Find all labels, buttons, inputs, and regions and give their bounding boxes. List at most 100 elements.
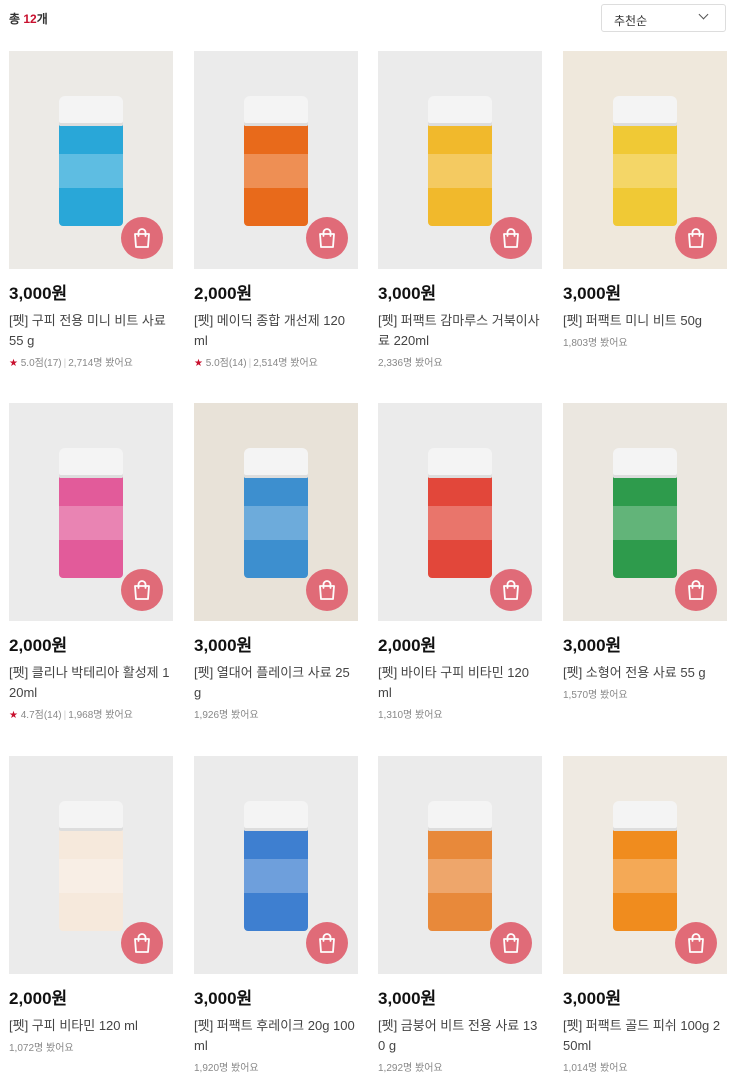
add-to-cart-button[interactable] bbox=[490, 569, 532, 611]
add-to-cart-button[interactable] bbox=[675, 569, 717, 611]
product-meta: ★ 4.7점(14) | 1,968명 봤어요 bbox=[9, 706, 133, 721]
product-image[interactable] bbox=[194, 403, 358, 621]
product-image[interactable] bbox=[378, 51, 542, 269]
product-name[interactable]: [펫] 구피 비타민 120 ml bbox=[9, 1016, 173, 1036]
product-card[interactable]: 3,000원 [펫] 금붕어 비트 전용 사료 130 g 1,292명 봤어요 bbox=[378, 756, 542, 1074]
product-name[interactable]: [펫] 구피 전용 미니 비트 사료 55 g bbox=[9, 311, 173, 351]
product-name[interactable]: [펫] 메이딕 종합 개선제 120 ml bbox=[194, 311, 358, 351]
product-views: 1,292명 봤어요 bbox=[378, 1063, 443, 1074]
product-views: 1,310명 봤어요 bbox=[378, 710, 443, 721]
product-meta: 1,310명 봤어요 bbox=[378, 706, 443, 721]
product-views: 1,968명 봤어요 bbox=[68, 710, 133, 721]
add-to-cart-button[interactable] bbox=[121, 569, 163, 611]
product-image[interactable] bbox=[563, 756, 727, 974]
product-name[interactable]: [펫] 퍼팩트 미니 비트 50g bbox=[563, 311, 727, 331]
product-price: 2,000원 bbox=[378, 636, 437, 655]
add-to-cart-button[interactable] bbox=[121, 922, 163, 964]
product-price: 3,000원 bbox=[378, 989, 437, 1008]
product-name[interactable]: [펫] 금붕어 비트 전용 사료 130 g bbox=[378, 1016, 542, 1056]
star-icon: ★ bbox=[9, 358, 18, 369]
product-image[interactable] bbox=[194, 756, 358, 974]
product-views: 1,803명 봤어요 bbox=[563, 338, 628, 349]
add-to-cart-button[interactable] bbox=[490, 922, 532, 964]
product-name[interactable]: [펫] 소형어 전용 사료 55 g bbox=[563, 663, 727, 683]
product-card[interactable]: 3,000원 [펫] 구피 전용 미니 비트 사료 55 g ★ 5.0점(17) |… bbox=[9, 51, 173, 369]
total-count: 총 12개 bbox=[9, 12, 48, 26]
product-meta: 1,014명 봤어요 bbox=[563, 1059, 628, 1074]
product-meta: 1,292명 봤어요 bbox=[378, 1059, 443, 1074]
product-card[interactable]: 2,000원 [펫] 클리나 박테리아 활성제 120ml ★ 4.7점(14) | 1… bbox=[9, 403, 173, 721]
add-to-cart-button[interactable] bbox=[675, 217, 717, 259]
product-meta: 1,920명 봤어요 bbox=[194, 1059, 259, 1074]
product-image[interactable] bbox=[9, 756, 173, 974]
add-to-cart-button[interactable] bbox=[121, 217, 163, 259]
meta-divider: | bbox=[63, 358, 67, 369]
product-image[interactable] bbox=[563, 51, 727, 269]
product-price: 3,000원 bbox=[563, 989, 622, 1008]
product-name[interactable]: [펫] 퍼팩트 후레이크 20g 100ml bbox=[194, 1016, 358, 1056]
product-image[interactable] bbox=[378, 403, 542, 621]
product-rating: 4.7점(14) bbox=[20, 710, 62, 721]
product-card[interactable]: 3,000원 [펫] 소형어 전용 사료 55 g 1,570명 봤어요 bbox=[563, 403, 727, 701]
product-price: 3,000원 bbox=[563, 284, 622, 303]
product-jar-illustration bbox=[59, 448, 123, 578]
product-card[interactable]: 2,000원 [펫] 구피 비타민 120 ml 1,072명 봤어요 bbox=[9, 756, 173, 1054]
product-jar-illustration bbox=[59, 801, 123, 931]
product-views: 2,714명 봤어요 bbox=[68, 358, 133, 369]
star-icon: ★ bbox=[194, 358, 203, 369]
product-name[interactable]: [펫] 바이타 구피 비타민 120 ml bbox=[378, 663, 542, 703]
product-price: 2,000원 bbox=[9, 636, 68, 655]
product-views: 1,014명 봤어요 bbox=[563, 1063, 628, 1074]
add-to-cart-button[interactable] bbox=[306, 217, 348, 259]
product-meta: ★ 5.0점(14) | 2,514명 봤어요 bbox=[194, 354, 318, 369]
product-price: 3,000원 bbox=[194, 989, 253, 1008]
product-card[interactable]: 3,000원 [펫] 퍼팩트 미니 비트 50g 1,803명 봤어요 bbox=[563, 51, 727, 349]
product-image[interactable] bbox=[194, 51, 358, 269]
product-card[interactable]: 3,000원 [펫] 퍼팩트 골드 피쉬 100g 250ml 1,014명 봤어요 bbox=[563, 756, 727, 1074]
product-image[interactable] bbox=[563, 403, 727, 621]
sort-dropdown[interactable]: 추천순 bbox=[601, 4, 726, 32]
star-icon: ★ bbox=[9, 710, 18, 721]
product-meta: 1,926명 봤어요 bbox=[194, 706, 259, 721]
product-rating: 5.0점(17) bbox=[20, 358, 62, 369]
product-image[interactable] bbox=[9, 51, 173, 269]
product-meta: 1,072명 봤어요 bbox=[9, 1039, 74, 1054]
product-price: 2,000원 bbox=[9, 989, 68, 1008]
add-to-cart-button[interactable] bbox=[306, 922, 348, 964]
sort-dropdown-label: 추천순 bbox=[614, 14, 648, 28]
meta-divider: | bbox=[63, 710, 67, 721]
product-name[interactable]: [펫] 퍼팩트 감마루스 거북이사료 220ml bbox=[378, 311, 542, 351]
add-to-cart-button[interactable] bbox=[490, 217, 532, 259]
add-to-cart-button[interactable] bbox=[306, 569, 348, 611]
product-jar-illustration bbox=[59, 96, 123, 226]
product-rating: 5.0점(14) bbox=[205, 358, 247, 369]
product-name[interactable]: [펫] 퍼팩트 골드 피쉬 100g 250ml bbox=[563, 1016, 727, 1056]
product-card[interactable]: 2,000원 [펫] 메이딕 종합 개선제 120 ml ★ 5.0점(14) | 2,… bbox=[194, 51, 358, 369]
product-jar-illustration bbox=[244, 448, 308, 578]
product-views: 1,570명 봤어요 bbox=[563, 690, 628, 701]
product-meta: ★ 5.0점(17) | 2,714명 봤어요 bbox=[9, 354, 133, 369]
product-meta: 1,570명 봤어요 bbox=[563, 686, 628, 701]
product-views: 2,336명 봤어요 bbox=[378, 358, 443, 369]
product-jar-illustration bbox=[428, 96, 492, 226]
product-name[interactable]: [펫] 클리나 박테리아 활성제 120ml bbox=[9, 663, 173, 703]
total-count-number: 12 bbox=[23, 12, 37, 26]
product-name[interactable]: [펫] 열대어 플레이크 사료 25 g bbox=[194, 663, 358, 703]
product-price: 2,000원 bbox=[194, 284, 253, 303]
product-image[interactable] bbox=[9, 403, 173, 621]
product-views: 1,072명 봤어요 bbox=[9, 1043, 74, 1054]
product-card[interactable]: 3,000원 [펫] 열대어 플레이크 사료 25 g 1,926명 봤어요 bbox=[194, 403, 358, 721]
product-meta: 1,803명 봤어요 bbox=[563, 334, 628, 349]
product-jar-illustration bbox=[428, 801, 492, 931]
product-card[interactable]: 3,000원 [펫] 퍼팩트 감마루스 거북이사료 220ml 2,336명 봤어요 bbox=[378, 51, 542, 369]
product-jar-illustration bbox=[244, 801, 308, 931]
product-views: 2,514명 봤어요 bbox=[253, 358, 318, 369]
meta-divider: | bbox=[248, 358, 252, 369]
product-image[interactable] bbox=[378, 756, 542, 974]
product-card[interactable]: 3,000원 [펫] 퍼팩트 후레이크 20g 100ml 1,920명 봤어요 bbox=[194, 756, 358, 1074]
product-views: 1,920명 봤어요 bbox=[194, 1063, 259, 1074]
product-price: 3,000원 bbox=[378, 284, 437, 303]
add-to-cart-button[interactable] bbox=[675, 922, 717, 964]
product-jar-illustration bbox=[613, 96, 677, 226]
product-card[interactable]: 2,000원 [펫] 바이타 구피 비타민 120 ml 1,310명 봤어요 bbox=[378, 403, 542, 721]
